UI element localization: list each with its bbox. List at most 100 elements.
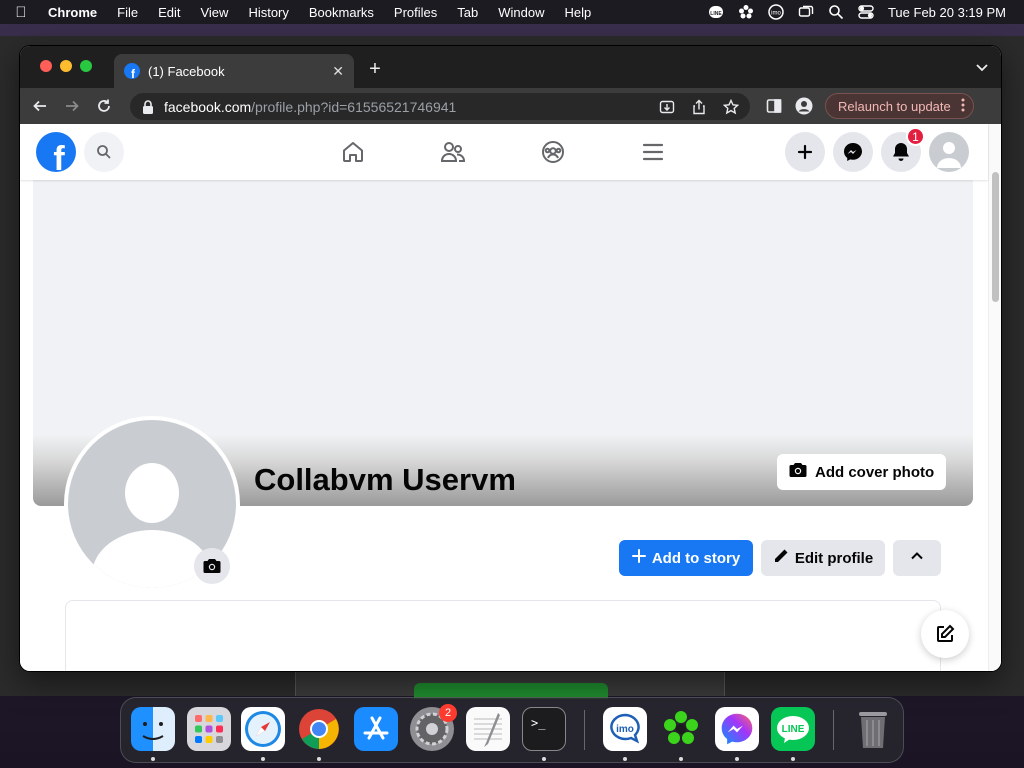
launchpad-icon[interactable] [187,707,231,751]
svg-text:imo: imo [616,724,634,735]
home-icon[interactable] [339,138,367,166]
spotlight-search-icon[interactable] [828,4,844,20]
dock-running-indicator [791,757,795,761]
dock-running-indicator [623,757,627,761]
tab-search-chevron-icon[interactable] [975,60,989,74]
window-close-button[interactable] [40,60,52,72]
add-cover-photo-button[interactable]: Add cover photo [777,454,947,490]
profile-content-card [65,600,941,671]
lock-icon[interactable] [142,99,154,114]
line-status-icon[interactable]: LINE [708,4,724,20]
menu-profiles[interactable]: Profiles [384,5,447,20]
tab-close-icon[interactable]: ✕ [332,63,344,80]
dock-running-indicator [261,757,265,761]
forward-button[interactable] [56,90,88,122]
share-icon[interactable] [690,98,708,116]
pencil-icon [773,548,789,568]
line-app-icon[interactable]: LINE [771,707,815,751]
notification-badge: 1 [906,127,925,146]
menu-hamburger-icon[interactable] [639,138,667,166]
chrome-window: f (1) Facebook ✕ + facebook.com /profile… [20,46,1001,671]
facebook-favicon-icon: f [124,63,140,79]
account-avatar-button[interactable] [929,132,969,172]
menu-app-chrome[interactable]: Chrome [42,5,107,20]
menu-file[interactable]: File [107,5,148,20]
relaunch-to-update-button[interactable]: Relaunch to update [825,93,974,119]
screen-mirroring-icon[interactable] [798,4,814,20]
facebook-search-button[interactable] [84,132,124,172]
dock-running-indicator [317,757,321,761]
system-settings-badge: 2 [439,704,457,722]
google-chrome-icon[interactable] [297,707,341,751]
trash-icon[interactable] [851,707,895,751]
messenger-app-icon[interactable] [715,707,759,751]
window-zoom-button[interactable] [80,60,92,72]
profile-icon[interactable] [795,97,813,115]
add-to-story-label: Add to story [651,549,741,567]
macos-menu-bar:  Chrome File Edit View History Bookmark… [0,0,1024,24]
svg-text:LINE: LINE [782,724,805,735]
svg-text:>_: >_ [531,716,546,730]
menu-view[interactable]: View [190,5,238,20]
textedit-icon[interactable] [466,707,510,751]
svg-text:LINE: LINE [710,11,722,17]
dock-running-indicator [735,757,739,761]
url-path: /profile.php?id=61556521746941 [251,98,457,115]
dock-running-indicator [679,757,683,761]
imo-app-icon[interactable]: imo [603,707,647,751]
menu-window[interactable]: Window [488,5,554,20]
page-scrollbar[interactable] [988,124,1001,671]
add-to-story-button[interactable]: Add to story [619,540,753,576]
menu-edit[interactable]: Edit [148,5,190,20]
icq-app-icon[interactable] [659,707,703,751]
back-button[interactable] [24,90,56,122]
facebook-logo[interactable]: f [36,132,76,172]
icq-status-icon[interactable] [738,4,754,20]
bookmark-star-icon[interactable] [722,98,740,116]
menu-tab[interactable]: Tab [447,5,488,20]
new-tab-button[interactable]: + [364,58,386,80]
svg-text:imo: imo [771,11,781,17]
finder-icon[interactable] [131,707,175,751]
menubar-clock[interactable]: Tue Feb 20 3:19 PM [888,5,1006,20]
chrome-menu-icon[interactable] [961,98,965,115]
dock-running-indicator [151,757,155,761]
relaunch-label: Relaunch to update [838,98,951,114]
browser-toolbar: facebook.com /profile.php?id=61556521746… [20,88,1001,124]
tab-facebook[interactable]: f (1) Facebook ✕ [114,54,354,88]
create-button[interactable] [785,132,825,172]
profile-picture-camera-button[interactable] [194,548,230,584]
macos-dock: 2 >_ imo LINE [120,697,904,763]
app-store-icon[interactable] [354,707,398,751]
safari-icon[interactable] [241,707,285,751]
menu-history[interactable]: History [238,5,298,20]
new-message-button[interactable] [921,610,969,658]
reload-button[interactable] [88,90,120,122]
imo-status-icon[interactable]: imo [768,4,784,20]
dock-running-indicator [542,757,546,761]
plus-icon [631,549,646,567]
dock-separator [584,710,585,750]
menu-help[interactable]: Help [555,5,602,20]
side-panel-icon[interactable] [765,97,783,115]
terminal-icon[interactable]: >_ [522,707,566,751]
groups-icon[interactable] [539,138,567,166]
install-app-icon[interactable] [658,98,676,116]
tab-strip: f (1) Facebook ✕ + [20,46,1001,88]
messenger-button[interactable] [833,132,873,172]
dock-separator [833,710,834,750]
profile-more-button[interactable] [893,540,941,576]
control-center-icon[interactable] [858,4,874,20]
add-cover-photo-label: Add cover photo [815,463,935,481]
apple-menu-icon[interactable]:  [0,4,42,21]
menu-bookmarks[interactable]: Bookmarks [299,5,384,20]
scrollbar-thumb[interactable] [992,172,999,302]
friends-icon[interactable] [439,138,467,166]
address-bar[interactable]: facebook.com /profile.php?id=61556521746… [130,93,750,120]
url-host: facebook.com [164,98,252,115]
chevron-up-icon [910,549,924,567]
window-minimize-button[interactable] [60,60,72,72]
camera-icon [789,462,807,482]
profile-name: Collabvm Uservm [254,462,516,497]
edit-profile-button[interactable]: Edit profile [761,540,885,576]
